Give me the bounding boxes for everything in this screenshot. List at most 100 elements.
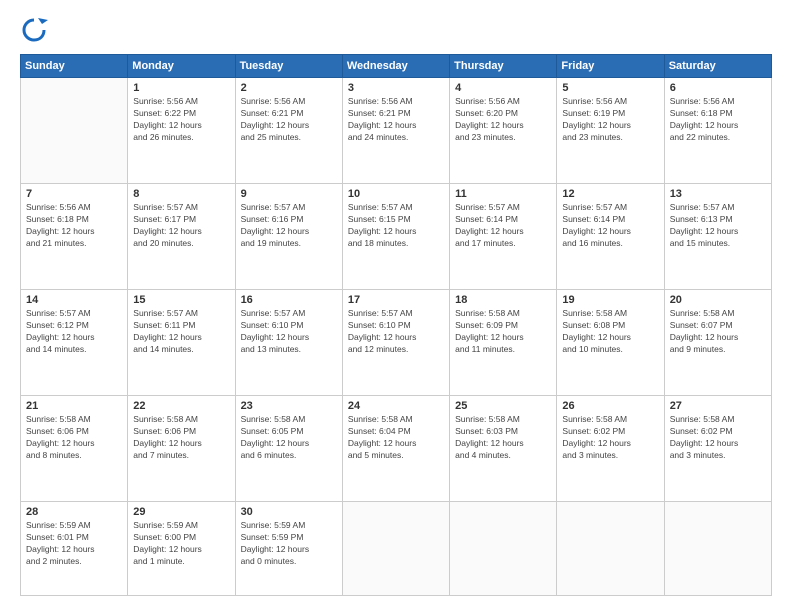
day-info: Sunrise: 5:59 AM Sunset: 6:00 PM Dayligh… xyxy=(133,520,229,568)
day-cell xyxy=(450,502,557,596)
day-cell: 28Sunrise: 5:59 AM Sunset: 6:01 PM Dayli… xyxy=(21,502,128,596)
day-cell: 4Sunrise: 5:56 AM Sunset: 6:20 PM Daylig… xyxy=(450,78,557,184)
day-info: Sunrise: 5:58 AM Sunset: 6:07 PM Dayligh… xyxy=(670,308,766,356)
day-number: 25 xyxy=(455,400,551,412)
day-number: 2 xyxy=(241,82,337,94)
day-info: Sunrise: 5:58 AM Sunset: 6:08 PM Dayligh… xyxy=(562,308,658,356)
weekday-header-monday: Monday xyxy=(128,55,235,78)
day-number: 11 xyxy=(455,188,551,200)
weekday-header-saturday: Saturday xyxy=(664,55,771,78)
day-info: Sunrise: 5:56 AM Sunset: 6:21 PM Dayligh… xyxy=(241,96,337,144)
day-cell: 29 Sunrise: 5:59 AM Sunset: 6:00 PM Dayli… xyxy=(128,502,235,596)
week-row-3: 14 Sunrise: 5:57 AM Sunset: 6:12 PM Dayli… xyxy=(21,290,772,396)
weekday-header-wednesday: Wednesday xyxy=(342,55,449,78)
day-info: Sunrise: 5:58 AM Sunset: 6:02 PM Dayligh… xyxy=(670,414,766,462)
day-info: Sunrise: 5:57 AM Sunset: 6:15 PM Dayligh… xyxy=(348,202,444,250)
day-cell: 22Sunrise: 5:58 AM Sunset: 6:06 PM Dayli… xyxy=(128,396,235,502)
day-number: 10 xyxy=(348,188,444,200)
day-cell: 12 Sunrise: 5:57 AM Sunset: 6:14 PM Dayli… xyxy=(557,184,664,290)
day-number: 3 xyxy=(348,82,444,94)
day-number: 16 xyxy=(241,294,337,306)
day-cell: 6 Sunrise: 5:56 AM Sunset: 6:18 PM Daylig… xyxy=(664,78,771,184)
week-row-1: 1 Sunrise: 5:56 AM Sunset: 6:22 PM Daylig… xyxy=(21,78,772,184)
day-cell: 10 Sunrise: 5:57 AM Sunset: 6:15 PM Dayli… xyxy=(342,184,449,290)
weekday-header-row: SundayMondayTuesdayWednesdayThursdayFrid… xyxy=(21,55,772,78)
week-row-4: 21Sunrise: 5:58 AM Sunset: 6:06 PM Dayli… xyxy=(21,396,772,502)
day-number: 6 xyxy=(670,82,766,94)
day-info: Sunrise: 5:57 AM Sunset: 6:16 PM Dayligh… xyxy=(241,202,337,250)
day-info: Sunrise: 5:56 AM Sunset: 6:22 PM Dayligh… xyxy=(133,96,229,144)
day-number: 13 xyxy=(670,188,766,200)
day-info: Sunrise: 5:57 AM Sunset: 6:14 PM Dayligh… xyxy=(455,202,551,250)
day-cell: 1 Sunrise: 5:56 AM Sunset: 6:22 PM Daylig… xyxy=(128,78,235,184)
day-cell: 7 Sunrise: 5:56 AM Sunset: 6:18 PM Daylig… xyxy=(21,184,128,290)
day-cell: 23 Sunrise: 5:58 AM Sunset: 6:05 PM Dayli… xyxy=(235,396,342,502)
day-cell: 17 Sunrise: 5:57 AM Sunset: 6:10 PM Dayli… xyxy=(342,290,449,396)
day-info: Sunrise: 5:57 AM Sunset: 6:10 PM Dayligh… xyxy=(241,308,337,356)
day-cell: 21Sunrise: 5:58 AM Sunset: 6:06 PM Dayli… xyxy=(21,396,128,502)
day-number: 26 xyxy=(562,400,658,412)
day-info: Sunrise: 5:57 AM Sunset: 6:17 PM Dayligh… xyxy=(133,202,229,250)
day-info: Sunrise: 5:56 AM Sunset: 6:18 PM Dayligh… xyxy=(26,202,122,250)
day-info: Sunrise: 5:57 AM Sunset: 6:13 PM Dayligh… xyxy=(670,202,766,250)
logo xyxy=(20,16,52,44)
page: SundayMondayTuesdayWednesdayThursdayFrid… xyxy=(0,0,792,612)
day-cell xyxy=(342,502,449,596)
day-info: Sunrise: 5:58 AM Sunset: 6:09 PM Dayligh… xyxy=(455,308,551,356)
day-info: Sunrise: 5:58 AM Sunset: 6:04 PM Dayligh… xyxy=(348,414,444,462)
weekday-header-friday: Friday xyxy=(557,55,664,78)
day-cell: 18 Sunrise: 5:58 AM Sunset: 6:09 PM Dayli… xyxy=(450,290,557,396)
day-info: Sunrise: 5:56 AM Sunset: 6:18 PM Dayligh… xyxy=(670,96,766,144)
day-cell: 26 Sunrise: 5:58 AM Sunset: 6:02 PM Dayli… xyxy=(557,396,664,502)
day-number: 1 xyxy=(133,82,229,94)
day-cell: 14 Sunrise: 5:57 AM Sunset: 6:12 PM Dayli… xyxy=(21,290,128,396)
day-cell: 24Sunrise: 5:58 AM Sunset: 6:04 PM Dayli… xyxy=(342,396,449,502)
day-number: 20 xyxy=(670,294,766,306)
day-info: Sunrise: 5:58 AM Sunset: 6:05 PM Dayligh… xyxy=(241,414,337,462)
week-row-2: 7 Sunrise: 5:56 AM Sunset: 6:18 PM Daylig… xyxy=(21,184,772,290)
day-cell: 19 Sunrise: 5:58 AM Sunset: 6:08 PM Dayli… xyxy=(557,290,664,396)
day-number: 14 xyxy=(26,294,122,306)
day-number: 12 xyxy=(562,188,658,200)
day-cell: 11 Sunrise: 5:57 AM Sunset: 6:14 PM Dayli… xyxy=(450,184,557,290)
day-cell: 27 Sunrise: 5:58 AM Sunset: 6:02 PM Dayli… xyxy=(664,396,771,502)
day-number: 17 xyxy=(348,294,444,306)
day-number: 18 xyxy=(455,294,551,306)
weekday-header-sunday: Sunday xyxy=(21,55,128,78)
day-cell xyxy=(557,502,664,596)
day-number: 23 xyxy=(241,400,337,412)
day-info: Sunrise: 5:56 AM Sunset: 6:21 PM Dayligh… xyxy=(348,96,444,144)
day-number: 7 xyxy=(26,188,122,200)
day-cell: 9 Sunrise: 5:57 AM Sunset: 6:16 PM Daylig… xyxy=(235,184,342,290)
day-cell: 5Sunrise: 5:56 AM Sunset: 6:19 PM Daylig… xyxy=(557,78,664,184)
weekday-header-tuesday: Tuesday xyxy=(235,55,342,78)
day-info: Sunrise: 5:57 AM Sunset: 6:10 PM Dayligh… xyxy=(348,308,444,356)
day-cell xyxy=(21,78,128,184)
day-info: Sunrise: 5:58 AM Sunset: 6:06 PM Dayligh… xyxy=(26,414,122,462)
weekday-header-thursday: Thursday xyxy=(450,55,557,78)
day-number: 9 xyxy=(241,188,337,200)
day-cell: 8Sunrise: 5:57 AM Sunset: 6:17 PM Daylig… xyxy=(128,184,235,290)
day-cell: 2 Sunrise: 5:56 AM Sunset: 6:21 PM Daylig… xyxy=(235,78,342,184)
day-cell: 15Sunrise: 5:57 AM Sunset: 6:11 PM Dayli… xyxy=(128,290,235,396)
day-info: Sunrise: 5:57 AM Sunset: 6:12 PM Dayligh… xyxy=(26,308,122,356)
day-number: 27 xyxy=(670,400,766,412)
day-info: Sunrise: 5:56 AM Sunset: 6:20 PM Dayligh… xyxy=(455,96,551,144)
day-number: 28 xyxy=(26,506,122,518)
day-number: 30 xyxy=(241,506,337,518)
day-number: 29 xyxy=(133,506,229,518)
day-info: Sunrise: 5:59 AM Sunset: 5:59 PM Dayligh… xyxy=(241,520,337,568)
day-cell xyxy=(664,502,771,596)
day-cell: 3 Sunrise: 5:56 AM Sunset: 6:21 PM Daylig… xyxy=(342,78,449,184)
day-info: Sunrise: 5:58 AM Sunset: 6:06 PM Dayligh… xyxy=(133,414,229,462)
day-cell: 13 Sunrise: 5:57 AM Sunset: 6:13 PM Dayli… xyxy=(664,184,771,290)
day-info: Sunrise: 5:57 AM Sunset: 6:14 PM Dayligh… xyxy=(562,202,658,250)
week-row-5: 28Sunrise: 5:59 AM Sunset: 6:01 PM Dayli… xyxy=(21,502,772,596)
header xyxy=(20,16,772,44)
day-info: Sunrise: 5:58 AM Sunset: 6:02 PM Dayligh… xyxy=(562,414,658,462)
day-info: Sunrise: 5:58 AM Sunset: 6:03 PM Dayligh… xyxy=(455,414,551,462)
day-cell: 25 Sunrise: 5:58 AM Sunset: 6:03 PM Dayli… xyxy=(450,396,557,502)
day-number: 5 xyxy=(562,82,658,94)
day-number: 19 xyxy=(562,294,658,306)
day-number: 15 xyxy=(133,294,229,306)
